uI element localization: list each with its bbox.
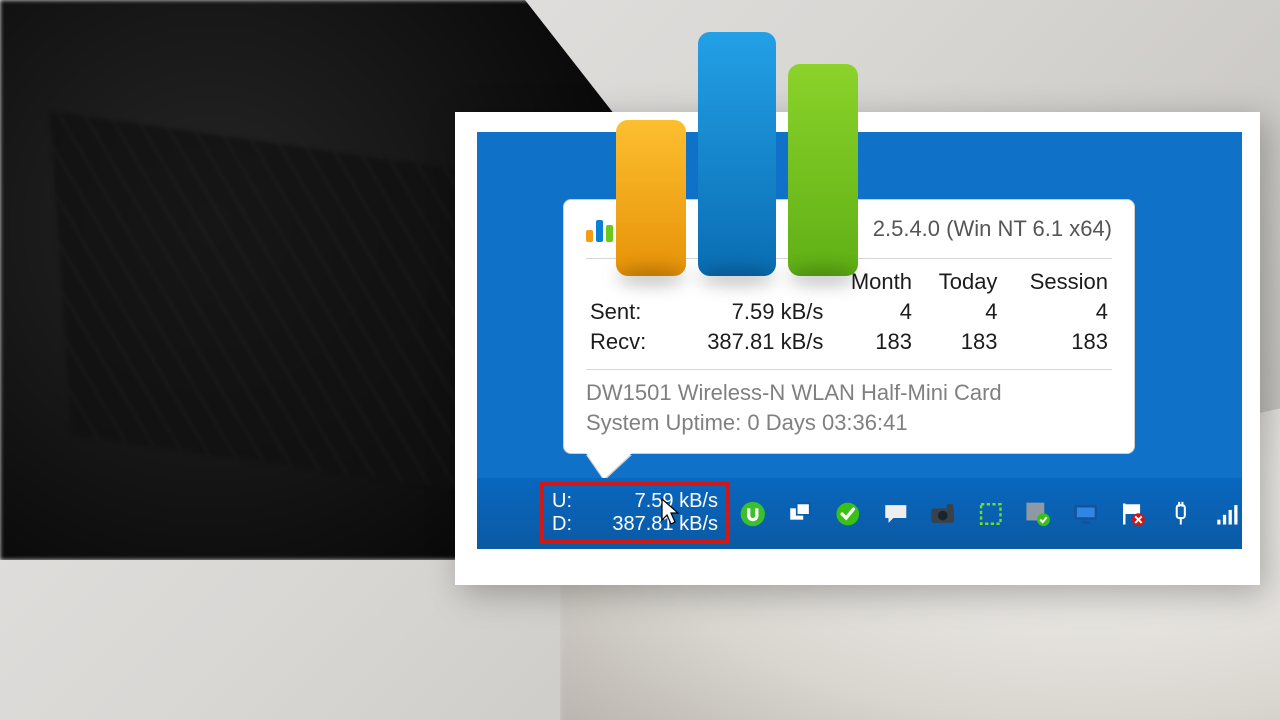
tooltip-footer: DW1501 Wireless-N WLAN Half-Mini Card Sy… xyxy=(586,369,1112,437)
camera-icon[interactable] xyxy=(929,497,957,531)
taskbar: U: 7.59 kB/s D: 387.81 kB/s xyxy=(477,478,1242,549)
system-uptime: System Uptime: 0 Days 03:36:41 xyxy=(586,408,1112,438)
tray-netspeed-deskband[interactable]: U: 7.59 kB/s D: 387.81 kB/s xyxy=(540,482,730,544)
shield-check-icon[interactable] xyxy=(834,497,862,531)
updater-check-icon[interactable] xyxy=(1024,497,1052,531)
system-tray xyxy=(733,478,1242,549)
logo-bar-green xyxy=(788,64,858,276)
adapter-name: DW1501 Wireless-N WLAN Half-Mini Card xyxy=(586,378,1112,408)
screenshot-stage: 2.5.4.0 (Win NT 6.1 x64) Month Today Ses… xyxy=(0,0,1280,720)
utorrent-icon[interactable] xyxy=(739,497,767,531)
row-recv: Recv: 387.81 kB/s 183 183 183 xyxy=(586,327,1112,357)
windows-cascade-icon[interactable] xyxy=(787,497,815,531)
monitor-app-icon[interactable] xyxy=(1072,497,1100,531)
app-logo-small-icon xyxy=(586,216,613,242)
col-session: Session xyxy=(1001,267,1112,297)
download-rate: 387.81 kB/s xyxy=(612,513,718,536)
tooltip-arrow xyxy=(586,453,632,479)
col-today: Today xyxy=(916,267,1001,297)
chat-bubble-icon[interactable] xyxy=(882,497,910,531)
upload-label: U: xyxy=(552,490,572,513)
upload-rate: 7.59 kB/s xyxy=(635,490,718,513)
flag-blocked-icon[interactable] xyxy=(1119,497,1147,531)
app-logo-icon xyxy=(616,26,862,276)
download-label: D: xyxy=(552,513,572,536)
wifi-signal-icon[interactable] xyxy=(1214,497,1242,531)
app-version-text: 2.5.4.0 (Win NT 6.1 x64) xyxy=(873,216,1112,242)
logo-bar-orange xyxy=(616,120,686,276)
power-plug-icon[interactable] xyxy=(1167,497,1195,531)
logo-bar-blue xyxy=(698,32,776,276)
row-sent: Sent: 7.59 kB/s 4 4 4 xyxy=(586,297,1112,327)
green-square-app-icon[interactable] xyxy=(977,497,1005,531)
